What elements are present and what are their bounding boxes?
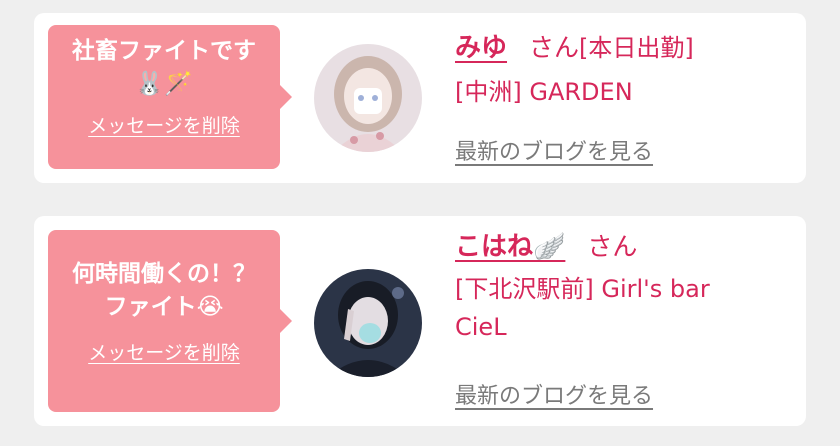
shop-info: [中洲] GARDEN — [455, 78, 633, 106]
shop-info-continued: CieL — [455, 313, 507, 341]
honorific: さん — [587, 232, 638, 261]
name-link[interactable]: みゆ — [455, 33, 507, 63]
message-card: 何時間働くの！？ ファイト😭 メッセージを削除 こはね🪽 さん [下北沢駅前] G… — [34, 216, 806, 426]
avatar[interactable] — [314, 269, 422, 377]
name-link[interactable]: こはね🪽 — [455, 232, 565, 262]
message-card: 社畜ファイトです 🐰🪄 メッセージを削除 みゆ さん[本日出勤] [中洲] GAR… — [34, 13, 806, 183]
profile-info: こはね🪽 さん [下北沢駅前] Girl's bar CieL — [455, 228, 710, 346]
avatar[interactable] — [314, 44, 422, 152]
status-label: [本日出勤] — [579, 34, 694, 62]
delete-message-link[interactable]: メッセージを削除 — [88, 111, 240, 138]
honorific: さん — [529, 33, 580, 62]
message-text: 何時間働くの！？ ファイト😭 — [72, 261, 256, 320]
profile-info: みゆ さん[本日出勤] [中洲] GARDEN — [455, 29, 694, 111]
message-bubble: 社畜ファイトです 🐰🪄 メッセージを削除 — [48, 25, 292, 169]
message-text: 社畜ファイトです 🐰🪄 — [72, 38, 256, 97]
message-bubble: 何時間働くの！？ ファイト😭 メッセージを削除 — [48, 230, 292, 412]
delete-message-link[interactable]: メッセージを削除 — [88, 338, 240, 365]
latest-blog-link[interactable]: 最新のブログを見る — [455, 134, 653, 166]
latest-blog-link[interactable]: 最新のブログを見る — [455, 378, 653, 410]
shop-info: [下北沢駅前] Girl's bar — [455, 275, 710, 303]
